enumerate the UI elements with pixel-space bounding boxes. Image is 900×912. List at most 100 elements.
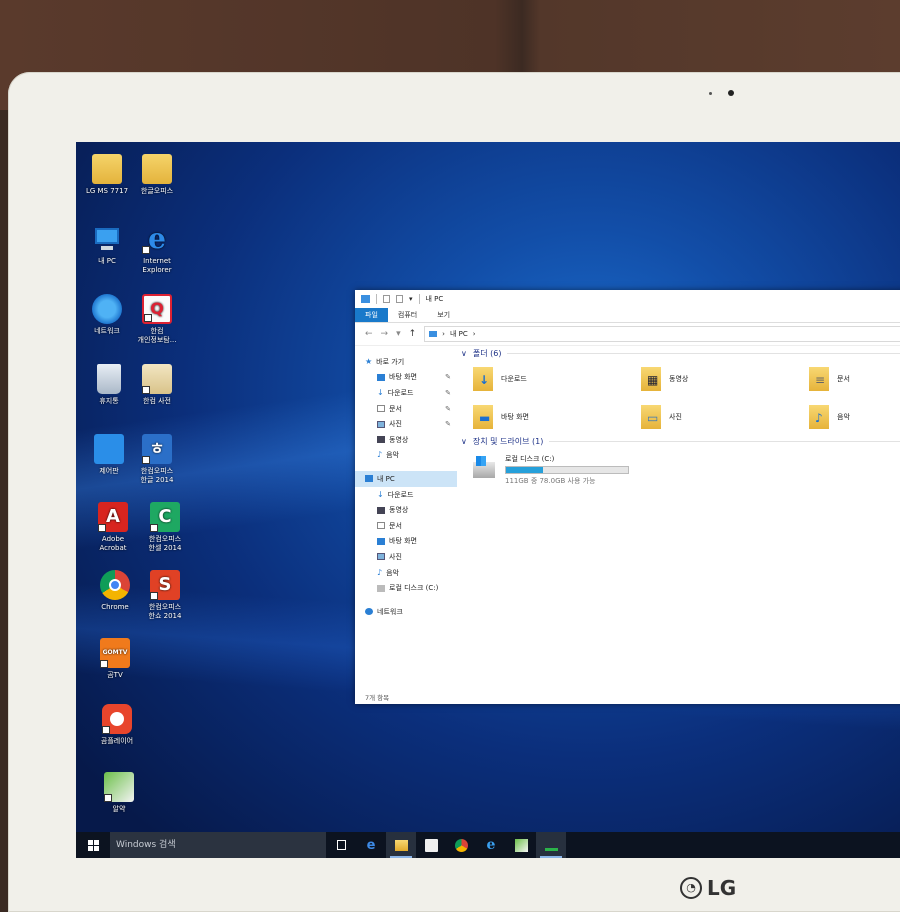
nav-pc-videos[interactable]: 동영상	[355, 502, 457, 518]
nav-pc-local-disk[interactable]: 로컬 디스크 (C:)	[355, 580, 457, 596]
folder-documents[interactable]: 문서	[809, 366, 900, 392]
taskbar-alyac[interactable]	[506, 832, 536, 858]
content-pane: ∨ 폴더 (6) 다운로드 동영상 문서	[461, 346, 900, 690]
shortcut-arrow-icon	[100, 660, 108, 668]
task-view-button[interactable]	[326, 832, 356, 858]
desktop-icon-hancom-office[interactable]: 한글오피스	[126, 154, 188, 196]
desktop-icon-hancom-privacy[interactable]: Q 한컴 개인정보탐...	[126, 294, 188, 345]
document-icon	[377, 522, 385, 530]
shortcut-arrow-icon	[104, 794, 112, 802]
nav-pc-desktop[interactable]: 바탕 화면	[355, 534, 457, 550]
new-folder-icon[interactable]	[396, 295, 403, 303]
taskbar-search-input[interactable]: Windows 검색	[110, 832, 326, 858]
explorer-titlebar[interactable]: ▾ 내 PC	[355, 290, 900, 308]
breadcrumb[interactable]: 내 PC	[450, 329, 468, 339]
taskbar-chrome[interactable]	[446, 832, 476, 858]
folder-desktop[interactable]: 바탕 화면	[473, 404, 641, 430]
chevron-down-icon[interactable]: ▾	[409, 295, 413, 303]
nav-quick-music[interactable]: ♪ 음악	[355, 448, 457, 464]
folder-label: 음악	[837, 413, 850, 421]
tab-computer[interactable]: 컴퓨터	[388, 308, 427, 322]
desktop-icon	[377, 537, 385, 545]
nav-network[interactable]: 네트워크	[355, 604, 457, 620]
folder-downloads[interactable]: 다운로드	[473, 366, 641, 392]
status-bar-item-count: 7개 항목	[365, 694, 390, 702]
tab-file[interactable]: 파일	[355, 308, 388, 322]
desktop-icon-hancom-dictionary[interactable]: 한컴 사전	[126, 364, 188, 406]
desktop-icon-hancom-cell[interactable]: C 한컴오피스 한셀 2014	[134, 502, 196, 553]
documents-folder-icon	[809, 367, 829, 391]
pin-icon: ✎	[445, 404, 451, 413]
desktop-folder-icon	[473, 405, 493, 429]
computer-icon	[429, 331, 438, 337]
desktop-icon-internet-explorer[interactable]: e Internet Explorer	[126, 224, 188, 275]
taskbar: Windows 검색 e e	[76, 832, 900, 858]
nav-this-pc[interactable]: 내 PC	[355, 471, 457, 487]
address-field[interactable]: › 내 PC ›	[424, 326, 900, 342]
folder-label: 다운로드	[501, 375, 527, 383]
computer-icon	[92, 224, 122, 254]
window-title: 내 PC	[425, 295, 444, 303]
drives-group-header[interactable]: ∨ 장치 및 드라이브 (1)	[461, 434, 900, 448]
nav-quick-videos[interactable]: 동영상	[355, 432, 457, 448]
folder-videos[interactable]: 동영상	[641, 366, 809, 392]
chrome-icon	[454, 838, 468, 852]
dictionary-icon	[142, 364, 172, 394]
nav-quick-downloads[interactable]: ↓ 다운로드 ✎	[355, 385, 457, 401]
address-bar: ← → ▾ ↑ › 내 PC ›	[355, 323, 900, 346]
cell-icon: C	[150, 502, 180, 532]
forward-icon[interactable]: →	[381, 329, 389, 339]
star-icon: ★	[365, 356, 373, 366]
chevron-down-icon: ∨	[461, 348, 467, 358]
app-icon	[544, 840, 558, 851]
taskbar-file-explorer[interactable]	[386, 832, 416, 858]
taskbar-internet-explorer[interactable]: e	[476, 832, 506, 858]
folder-music[interactable]: 음악	[809, 404, 900, 430]
pin-icon: ✎	[445, 420, 451, 429]
nav-pc-pictures[interactable]: 사진	[355, 549, 457, 565]
desktop-icon-gomplayer[interactable]: 곰플레이어	[86, 704, 148, 746]
nav-pc-documents[interactable]: 문서	[355, 518, 457, 534]
drive-usage-fill	[506, 467, 543, 473]
nav-quick-access[interactable]: ★ 바로 가기	[355, 354, 457, 370]
group-title: 장치 및 드라이브 (1)	[472, 436, 544, 446]
desktop-icon	[377, 373, 385, 381]
desktop-icon-hancom-show[interactable]: S 한컴오피스 한쇼 2014	[134, 570, 196, 621]
start-button[interactable]	[76, 832, 110, 858]
nav-quick-desktop[interactable]: 바탕 화면 ✎	[355, 370, 457, 386]
gomtv-icon: GOMTV	[100, 638, 130, 668]
navigation-pane: ★ 바로 가기 바탕 화면 ✎ ↓ 다운로드 ✎ 문서 ✎ 사진 ✎ 동영상 ♪…	[355, 346, 457, 690]
folders-group-header[interactable]: ∨ 폴더 (6)	[461, 346, 900, 360]
folder-label: 문서	[837, 375, 850, 383]
nav-quick-documents[interactable]: 문서 ✎	[355, 401, 457, 417]
tab-view[interactable]: 보기	[427, 308, 460, 322]
taskbar-edge[interactable]: e	[356, 832, 386, 858]
nav-pc-music[interactable]: ♪ 음악	[355, 565, 457, 581]
download-icon: ↓	[377, 489, 384, 499]
taskbar-app-green[interactable]	[536, 832, 566, 858]
recent-locations-icon[interactable]: ▾	[396, 329, 401, 339]
shortcut-arrow-icon	[144, 314, 152, 322]
up-icon[interactable]: ↑	[409, 329, 417, 339]
document-icon	[377, 405, 385, 413]
taskbar-store[interactable]	[416, 832, 446, 858]
nav-label: 로컬 디스크 (C:)	[389, 584, 439, 593]
file-explorer-window: ▾ 내 PC 파일 컴퓨터 보기 ← → ▾ ↑ › 내 PC › ★ 바로 가…	[355, 290, 900, 704]
chrome-icon	[100, 570, 130, 600]
back-icon[interactable]: ←	[365, 329, 373, 339]
toolbar-separator	[376, 294, 377, 304]
nav-pc-downloads[interactable]: ↓ 다운로드	[355, 487, 457, 503]
desktop-icon-hancom-hangul[interactable]: ㅎ 한컴오피스 한글 2014	[126, 434, 188, 485]
music-folder-icon	[809, 405, 829, 429]
folder-label: 동영상	[669, 375, 689, 383]
properties-icon[interactable]	[383, 295, 390, 303]
folder-pictures[interactable]: 사진	[641, 404, 809, 430]
nav-quick-pictures[interactable]: 사진 ✎	[355, 416, 457, 432]
desktop-icon-gomtv[interactable]: GOMTV 곰TV	[84, 638, 146, 680]
computer-icon	[361, 295, 370, 303]
desktop-icon-alyac[interactable]: 알약	[88, 772, 150, 814]
drive-local-disk[interactable]: 로컬 디스크 (C:) 111GB 중 78.0GB 사용 가능	[461, 448, 900, 486]
nav-label: 동영상	[389, 435, 409, 444]
nav-label: 바로 가기	[376, 357, 405, 366]
